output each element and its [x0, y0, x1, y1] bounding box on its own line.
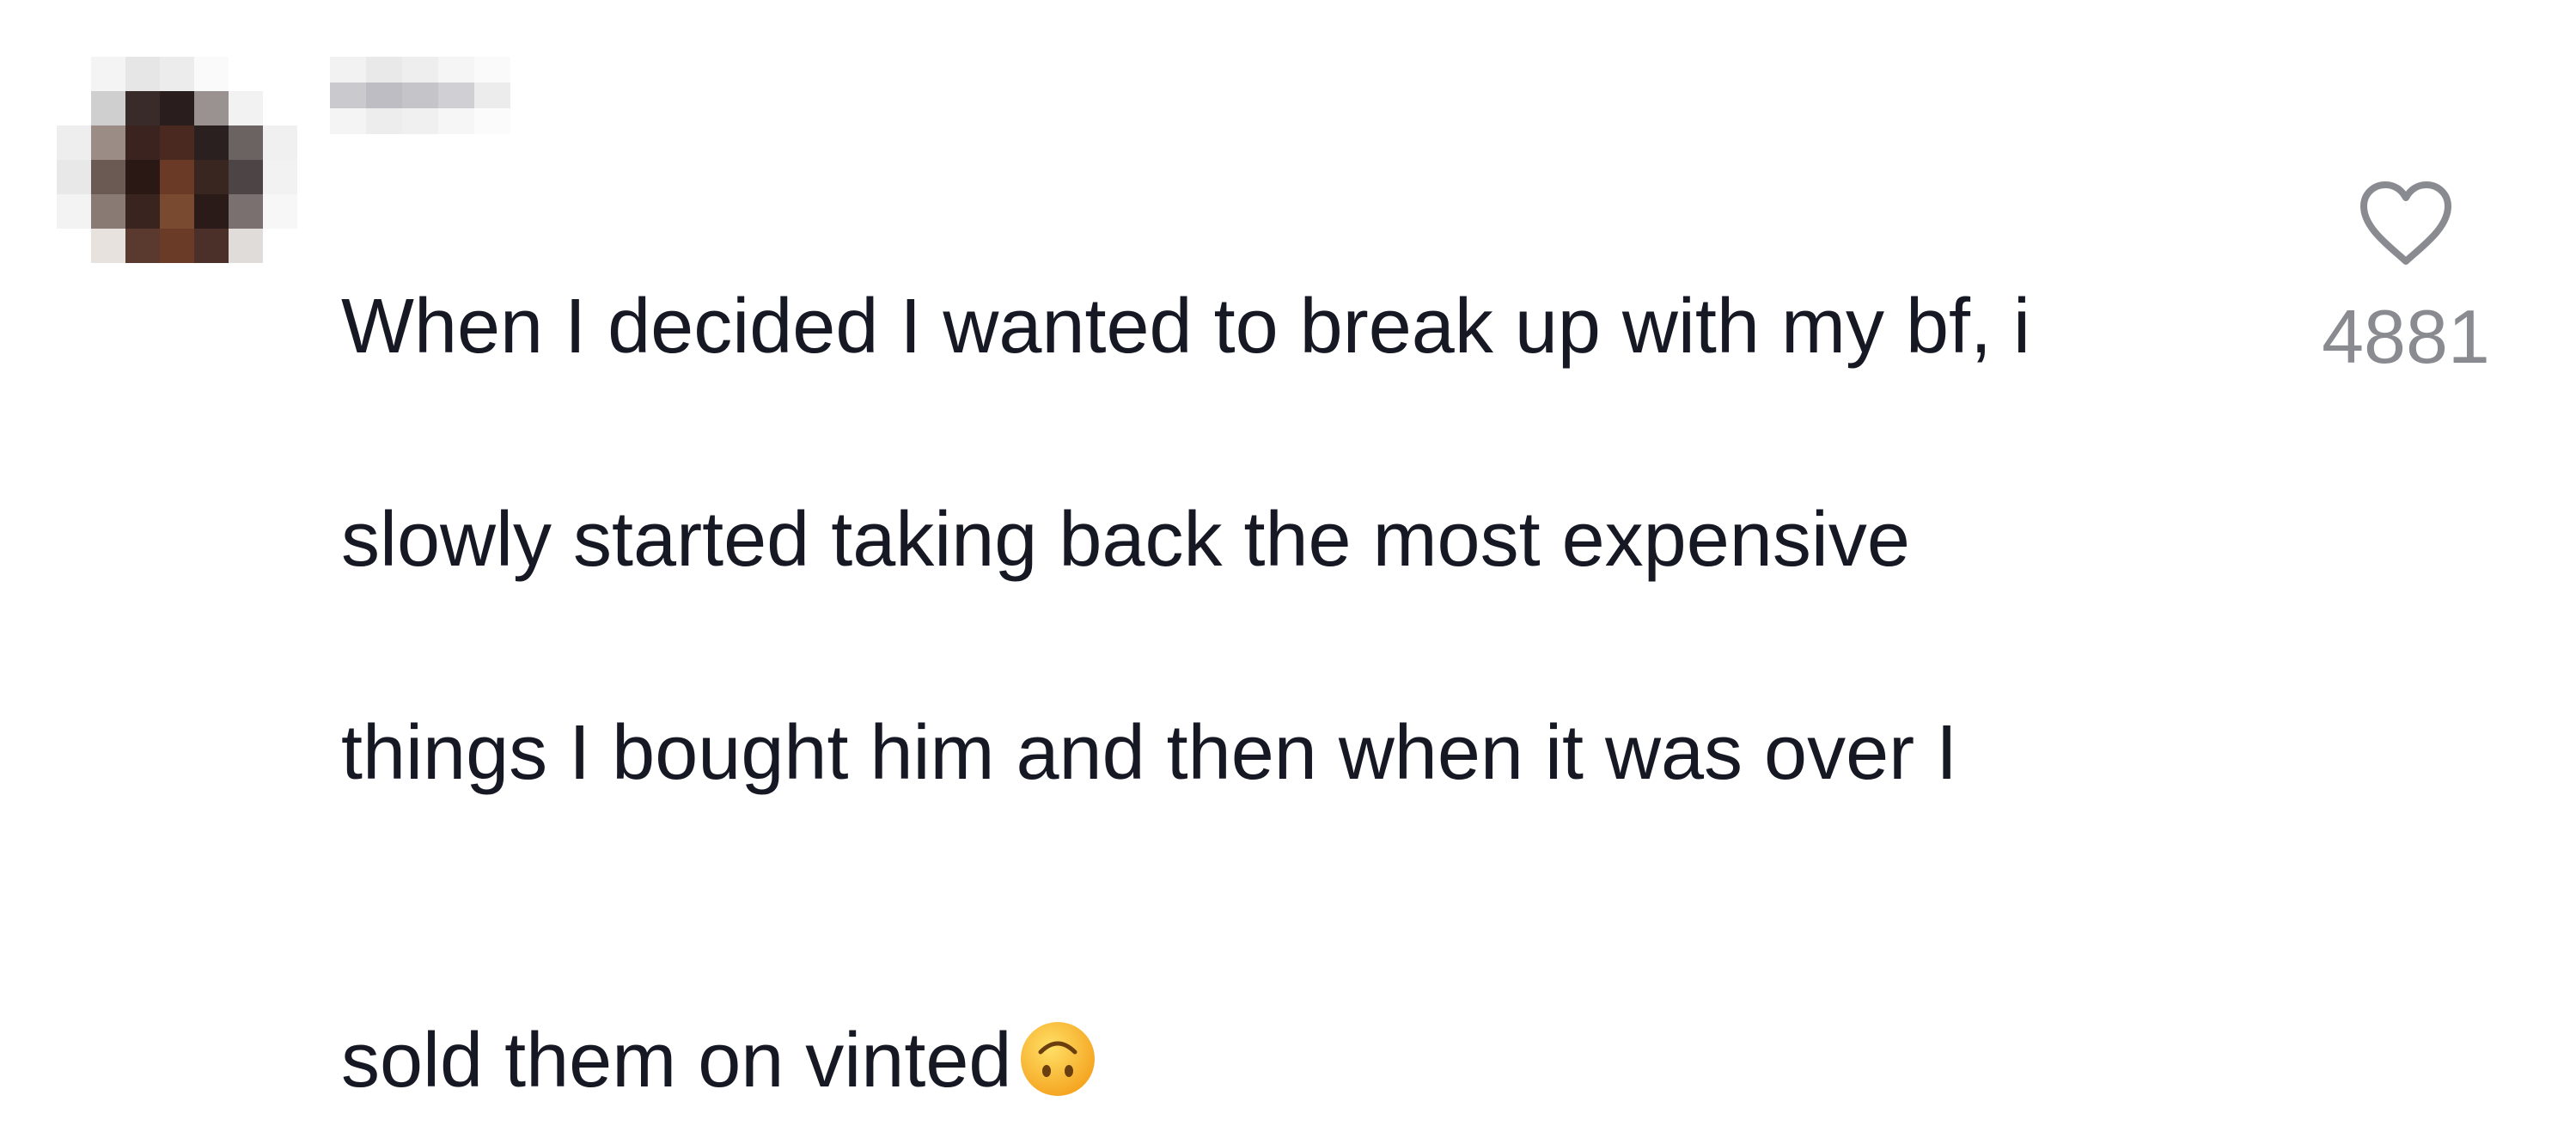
avatar-pixel — [194, 194, 229, 229]
avatar-pixel — [125, 160, 160, 194]
avatar-pixel — [125, 194, 160, 229]
upside-down-face-emoji-icon — [1018, 913, 1097, 1096]
comment-text: When I decided I wanted to break up with… — [341, 167, 2197, 1114]
username-redacted[interactable] — [330, 57, 510, 143]
username-pixel — [402, 83, 438, 108]
avatar-pixel — [160, 125, 194, 160]
avatar-pixel — [263, 194, 297, 229]
avatar-pixel — [194, 57, 229, 91]
avatar-pixel — [160, 194, 194, 229]
username-pixel — [438, 57, 474, 83]
comment-line: things I bought him and then when it was… — [341, 710, 1958, 796]
avatar-pixel — [263, 57, 297, 91]
avatar-pixel — [57, 125, 91, 160]
like-count: 4881 — [2322, 294, 2490, 379]
avatar-pixel — [125, 229, 160, 263]
avatar-pixel — [160, 91, 194, 125]
avatar-pixel — [57, 160, 91, 194]
avatar-pixel — [263, 91, 297, 125]
avatar-pixel — [57, 91, 91, 125]
avatar-pixel — [229, 91, 263, 125]
heart-icon[interactable] — [2357, 179, 2455, 268]
username-pixel — [402, 108, 438, 134]
username-pixel — [366, 83, 402, 108]
avatar-pixel — [263, 229, 297, 263]
username-pixel — [402, 57, 438, 83]
avatar-pixel — [194, 229, 229, 263]
username-pixel — [330, 108, 366, 134]
avatar-pixel — [91, 160, 125, 194]
comment-line: slowly started taking back the most expe… — [341, 497, 1910, 583]
username-pixel — [438, 108, 474, 134]
avatar-pixel — [229, 160, 263, 194]
avatar-pixel — [229, 194, 263, 229]
avatar-pixel — [229, 57, 263, 91]
avatar-pixel — [91, 91, 125, 125]
avatar-pixel — [229, 229, 263, 263]
avatar-pixel — [229, 125, 263, 160]
comment-line: When I decided I wanted to break up with… — [341, 284, 2031, 370]
avatar-pixel — [263, 125, 297, 160]
avatar-pixel — [160, 229, 194, 263]
avatar-pixel — [91, 125, 125, 160]
avatar-pixel — [125, 125, 160, 160]
avatar-pixel — [160, 160, 194, 194]
avatar-pixel — [57, 57, 91, 91]
avatar-pixel — [91, 229, 125, 263]
avatar-pixel — [194, 125, 229, 160]
avatar-pixel — [57, 229, 91, 263]
avatar-pixel — [91, 194, 125, 229]
username-pixel — [474, 83, 510, 108]
avatar-pixel — [125, 91, 160, 125]
comment-line: sold them on vinted — [341, 1018, 1012, 1104]
avatar-pixel — [91, 57, 125, 91]
avatar-pixel — [57, 194, 91, 229]
username-pixel — [438, 83, 474, 108]
comment-item: When I decided I wanted to break up with… — [0, 0, 2576, 1104]
like-section: 4881 — [2286, 179, 2526, 380]
username-pixel — [366, 108, 402, 134]
avatar-pixel — [194, 160, 229, 194]
avatar-pixel — [263, 160, 297, 194]
username-pixel — [366, 57, 402, 83]
username-pixel — [330, 57, 366, 83]
avatar-pixel — [160, 57, 194, 91]
avatar-pixel — [125, 57, 160, 91]
avatar[interactable] — [57, 57, 304, 263]
username-pixel — [474, 57, 510, 83]
username-pixel — [330, 83, 366, 108]
avatar-pixel — [194, 91, 229, 125]
username-pixel — [474, 108, 510, 134]
